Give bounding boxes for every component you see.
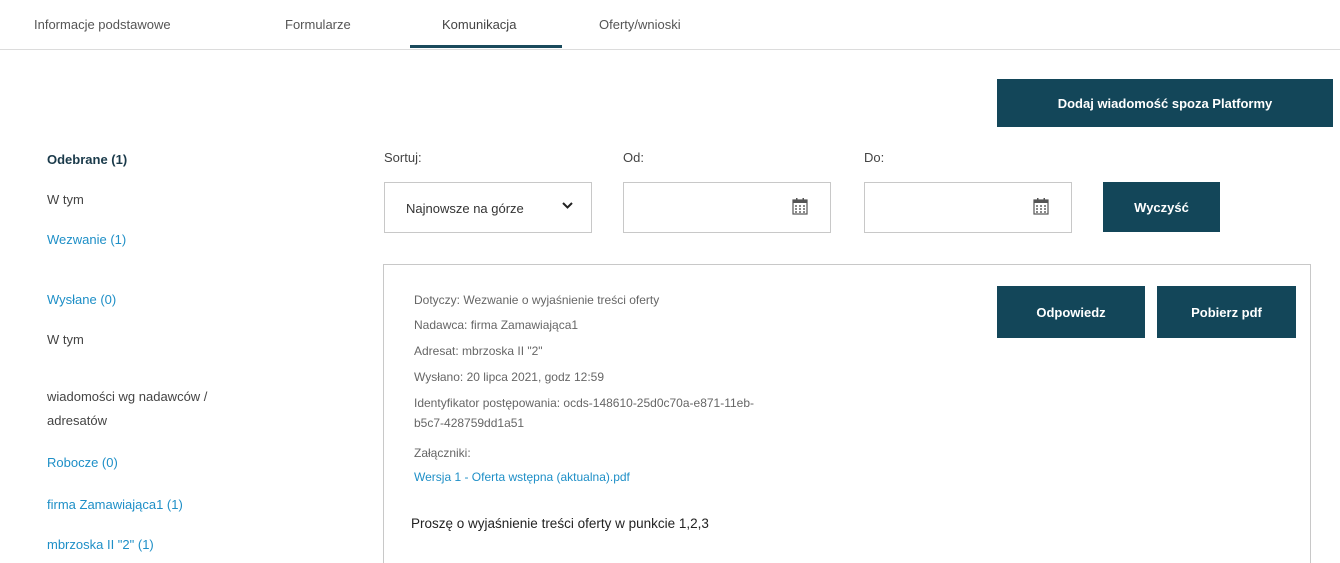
sidebar-received[interactable]: Odebrane (1)	[47, 152, 127, 167]
sidebar-sent[interactable]: Wysłane (0)	[47, 292, 116, 307]
to-date-label: Do:	[864, 150, 885, 165]
to-date-field[interactable]	[864, 182, 1072, 233]
calendar-icon[interactable]	[792, 197, 808, 220]
calendar-icon[interactable]	[1033, 197, 1049, 220]
procedure-id: Identyfikator postępowania: ocds-148610-…	[414, 396, 755, 410]
sidebar-item-sender[interactable]: mbrzoska II "2" (1)	[47, 537, 154, 552]
attachments-label: Załączniki:	[414, 446, 471, 460]
sidebar-drafts[interactable]: Robocze (0)	[47, 455, 118, 470]
sort-label: Sortuj:	[384, 150, 422, 165]
tab-basic-info[interactable]: Informacje podstawowe	[34, 17, 171, 32]
message-sent-date: Wysłano: 20 lipca 2021, godz 12:59	[414, 370, 605, 384]
tab-communication[interactable]: Komunikacja	[442, 17, 516, 32]
chevron-down-icon	[561, 199, 574, 217]
message-recipient: Adresat: mbrzoska II "2"	[414, 344, 543, 358]
attachment-link[interactable]: Wersja 1 - Oferta wstępna (aktualna).pdf	[414, 470, 630, 484]
add-external-message-button[interactable]: Dodaj wiadomość spoza Platformy	[997, 79, 1333, 127]
sidebar-in-it-label: W tym	[47, 192, 84, 207]
reply-button[interactable]: Odpowiedz	[997, 286, 1145, 338]
message-subject: Dotyczy: Wezwanie o wyjaśnienie treści o…	[414, 293, 660, 307]
tab-bar: Informacje podstawowe Formularze Komunik…	[0, 0, 1340, 50]
clear-filters-button[interactable]: Wyczyść	[1103, 182, 1220, 232]
active-tab-indicator	[410, 45, 562, 48]
message-body: Proszę o wyjaśnienie treści oferty w pun…	[411, 516, 709, 531]
from-date-label: Od:	[623, 150, 644, 165]
sidebar-by-sender-heading: wiadomości wg nadawców /	[47, 389, 208, 404]
sidebar-in-it-label: W tym	[47, 332, 84, 347]
procedure-id-cont: b5c7-428759dd1a51	[414, 416, 525, 430]
tab-offers[interactable]: Oferty/wnioski	[599, 17, 681, 32]
sort-select[interactable]: Najnowsze na górze	[384, 182, 592, 233]
message-sender: Nadawca: firma Zamawiająca1	[414, 318, 579, 332]
tab-forms[interactable]: Formularze	[285, 17, 351, 32]
sidebar-item-sender[interactable]: firma Zamawiająca1 (1)	[47, 497, 183, 512]
from-date-field[interactable]	[623, 182, 831, 233]
download-pdf-button[interactable]: Pobierz pdf	[1157, 286, 1296, 338]
sort-select-value: Najnowsze na górze	[406, 201, 524, 216]
sidebar-by-sender-heading-cont: adresatów	[47, 413, 107, 428]
sidebar-item-summons[interactable]: Wezwanie (1)	[47, 232, 126, 247]
message-card: Dotyczy: Wezwanie o wyjaśnienie treści o…	[383, 264, 1311, 563]
